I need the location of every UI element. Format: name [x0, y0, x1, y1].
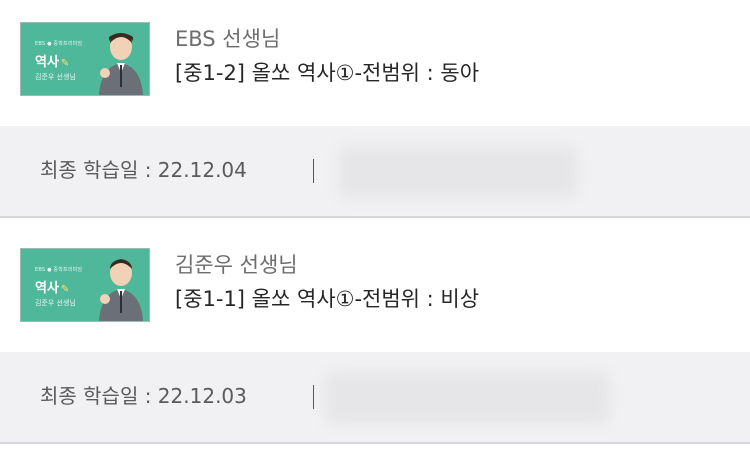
ebs-logo: EBS ● 중학프리미엄: [35, 41, 83, 47]
teacher-photo: [99, 33, 143, 95]
course-study-info: 최종 학습일 : 22.12.04: [0, 126, 750, 216]
info-divider: [313, 159, 314, 183]
teacher-name: EBS 선생님: [175, 27, 281, 51]
course-thumbnail[interactable]: EBS ● 중학프리미엄 역사 ✎ 김준우 선생님: [20, 248, 150, 322]
blurred-content: [325, 372, 610, 424]
course-header[interactable]: EBS ● 중학프리미엄 역사 ✎ 김준우 선생님 EBS 선생님 [중1-2] …: [0, 0, 750, 126]
ebs-logo: EBS ● 중학프리미엄: [35, 267, 83, 273]
pencil-icon: ✎: [60, 284, 70, 295]
thumbnail-teacher: 김준우 선생님: [35, 73, 76, 81]
thumbnail-subject: 역사 ✎: [35, 55, 70, 70]
course-thumbnail[interactable]: EBS ● 중학프리미엄 역사 ✎ 김준우 선생님: [20, 22, 150, 96]
course-info: 김준우 선생님 [중1-1] 올쏘 역사①-전범위 : 비상: [175, 252, 479, 312]
last-study-date: 최종 학습일 : 22.12.04: [40, 158, 247, 182]
blurred-content: [338, 146, 578, 198]
info-divider: [313, 385, 314, 409]
course-item[interactable]: EBS ● 중학프리미엄 역사 ✎ 김준우 선생님 EBS 선생님 [중1-2] …: [0, 0, 750, 226]
course-divider: [0, 216, 750, 218]
course-title[interactable]: [중1-2] 올쏘 역사①-전범위 : 동아: [175, 60, 479, 86]
pencil-icon: ✎: [60, 58, 70, 69]
thumbnail-teacher: 김준우 선생님: [35, 299, 76, 307]
thumbnail-subject: 역사 ✎: [35, 281, 70, 296]
course-list: EBS ● 중학프리미엄 역사 ✎ 김준우 선생님 EBS 선생님 [중1-2] …: [0, 0, 750, 459]
teacher-photo: [99, 259, 143, 321]
course-study-info: 최종 학습일 : 22.12.03: [0, 352, 750, 442]
course-divider: [0, 442, 750, 444]
teacher-name: 김준우 선생님: [175, 253, 298, 277]
last-study-date: 최종 학습일 : 22.12.03: [40, 384, 247, 408]
course-info: EBS 선생님 [중1-2] 올쏘 역사①-전범위 : 동아: [175, 26, 479, 86]
course-title[interactable]: [중1-1] 올쏘 역사①-전범위 : 비상: [175, 286, 479, 312]
course-header[interactable]: EBS ● 중학프리미엄 역사 ✎ 김준우 선생님 김준우 선생님 [중1-1] …: [0, 226, 750, 352]
course-item[interactable]: EBS ● 중학프리미엄 역사 ✎ 김준우 선생님 김준우 선생님 [중1-1] …: [0, 226, 750, 452]
